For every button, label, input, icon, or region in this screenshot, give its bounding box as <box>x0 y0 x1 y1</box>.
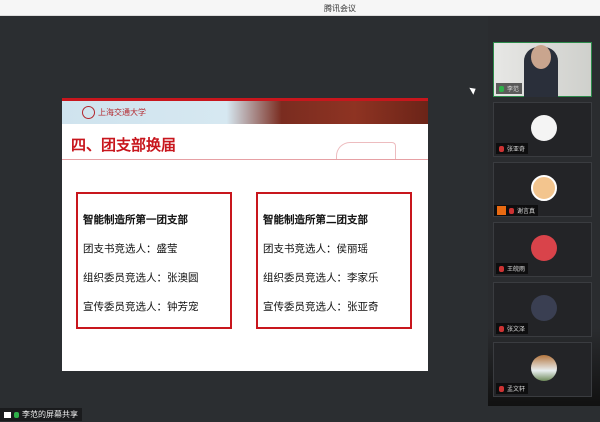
mic-on-icon <box>14 411 19 418</box>
avatar <box>531 295 557 321</box>
participant-tile[interactable]: 谢言真 <box>493 162 592 217</box>
face <box>531 45 551 69</box>
candidate-row: 团支书竞选人：盛莹 <box>83 243 178 255</box>
mic-muted-icon <box>499 145 504 152</box>
mic-muted-icon <box>499 385 504 392</box>
screen-share-indicator[interactable]: 李范的屏幕共享 <box>0 408 82 421</box>
participant-name: 谢言真 <box>517 208 536 215</box>
participant-name: 王皖雨 <box>507 266 526 273</box>
participant-tile[interactable]: 张文泽 <box>493 282 592 337</box>
candidate-row: 组织委员竞选人：张澳圆 <box>83 272 199 284</box>
window-title: 腾讯会议 <box>324 4 356 13</box>
slide-banner: 上海交通大学 <box>62 101 428 124</box>
participant-name: 李范 <box>507 86 520 93</box>
campus-gate-illustration <box>336 142 396 159</box>
bottom-bar: 李范的屏幕共享 <box>0 406 600 422</box>
presentation-slide: 上海交通大学 四、团支部换届 智能制造所第一团支部 团支书竞选人：盛莹 组织委员… <box>62 98 428 371</box>
seal-icon <box>82 106 95 119</box>
branch-name: 智能制造所第二团支部 <box>263 214 368 226</box>
participant-name: 张文泽 <box>507 326 526 333</box>
branch-box-2: 智能制造所第二团支部 团支书竞选人：侯丽瑶 组织委员竞选人：李家乐 宣传委员竞选… <box>256 192 412 329</box>
branch-box-1: 智能制造所第一团支部 团支书竞选人：盛莹 组织委员竞选人：张澳圆 宣传委员竞选人… <box>76 192 232 329</box>
participant-name: 孟文轩 <box>507 386 526 393</box>
candidate-row: 宣传委员竞选人：张亚奇 <box>263 301 379 313</box>
title-bar: 腾讯会议 <box>0 0 600 16</box>
mic-muted-icon <box>499 265 504 272</box>
divider <box>62 159 428 160</box>
shared-screen-area: 上海交通大学 四、团支部换届 智能制造所第一团支部 团支书竞选人：盛莹 组织委员… <box>0 16 488 406</box>
mic-muted-icon <box>509 207 514 214</box>
participant-tile[interactable]: 张亚奇 <box>493 102 592 157</box>
university-name: 上海交通大学 <box>98 108 146 117</box>
participant-name: 张亚奇 <box>507 146 526 153</box>
avatar <box>531 175 557 201</box>
participant-tile[interactable]: 王皖雨 <box>493 222 592 277</box>
participant-tile[interactable]: 孟文轩 <box>493 342 592 397</box>
candidate-row: 宣传委员竞选人：钟芳宠 <box>83 301 199 313</box>
avatar <box>531 355 557 381</box>
slide-title: 四、团支部换届 <box>71 136 177 154</box>
branch-name: 智能制造所第一团支部 <box>83 214 188 226</box>
university-logo: 上海交通大学 <box>82 106 146 119</box>
mic-muted-icon <box>499 325 504 332</box>
screen-icon <box>4 411 11 418</box>
participant-panel[interactable]: 李范 张亚奇 谢言真 王皖雨 张文泽 孟文轩 <box>488 16 600 406</box>
avatar <box>531 235 557 261</box>
participant-tile[interactable]: 李范 <box>493 42 592 97</box>
mic-on-icon <box>499 85 504 92</box>
candidate-row: 团支书竞选人：侯丽瑶 <box>263 243 368 255</box>
avatar <box>531 115 557 141</box>
host-icon <box>497 206 506 215</box>
candidate-row: 组织委员竞选人：李家乐 <box>263 272 379 284</box>
share-label: 李范的屏幕共享 <box>22 410 78 419</box>
